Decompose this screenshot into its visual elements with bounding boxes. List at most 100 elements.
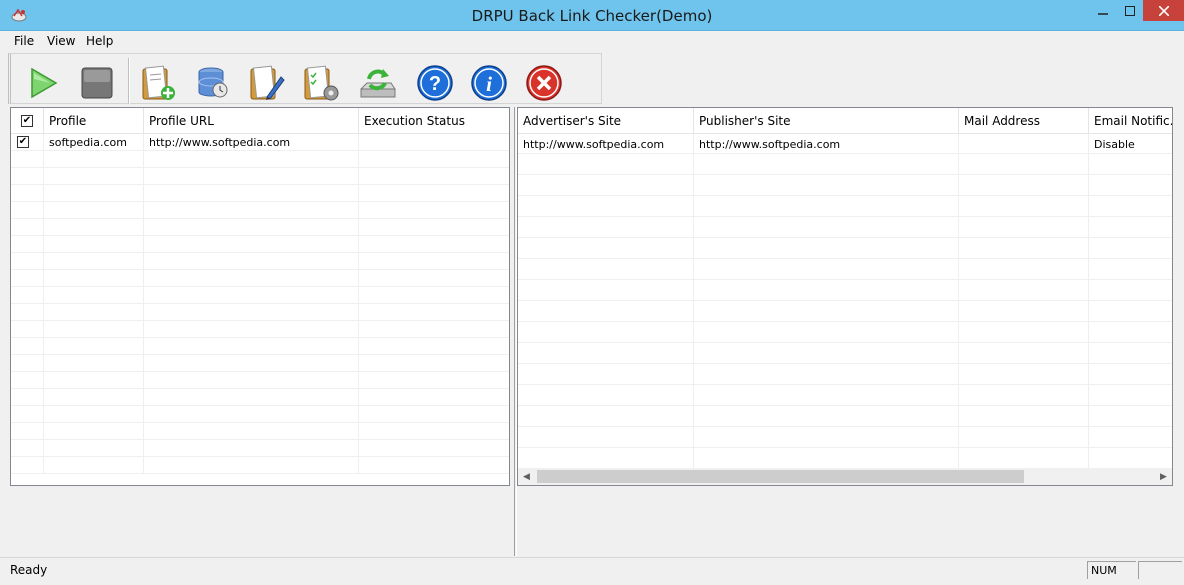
- empty-cell: [694, 280, 959, 301]
- empty-cell: [144, 355, 359, 372]
- empty-cell: [44, 168, 144, 185]
- profiles-grid-header: ✔ Profile Profile URL Execution Status: [11, 108, 509, 134]
- menu-view[interactable]: View: [47, 34, 75, 48]
- empty-row: [518, 196, 1172, 217]
- empty-row: [11, 151, 509, 168]
- empty-cell: [359, 321, 509, 338]
- column-publishers-site[interactable]: Publisher's Site: [694, 108, 959, 134]
- empty-row: [518, 154, 1172, 175]
- cell-publishers-site: http://www.softpedia.com: [694, 134, 959, 154]
- title-bar: DRPU Back Link Checker(Demo): [0, 0, 1184, 31]
- empty-cell: [959, 217, 1089, 238]
- empty-row: [518, 322, 1172, 343]
- empty-cell: [44, 355, 144, 372]
- empty-row: [11, 236, 509, 253]
- toolbar-separator: [128, 58, 129, 104]
- empty-cell: [11, 321, 44, 338]
- column-mail-address[interactable]: Mail Address: [959, 108, 1089, 134]
- table-row[interactable]: http://www.softpedia.com http://www.soft…: [518, 134, 1172, 154]
- empty-cell: [359, 253, 509, 270]
- column-profile-url[interactable]: Profile URL: [144, 108, 359, 134]
- empty-cell: [359, 168, 509, 185]
- empty-cell: [11, 355, 44, 372]
- column-profile[interactable]: Profile: [44, 108, 144, 134]
- empty-cell: [44, 151, 144, 168]
- empty-cell: [144, 185, 359, 202]
- minimize-button[interactable]: [1089, 0, 1116, 21]
- empty-cell: [518, 364, 694, 385]
- add-profile-button[interactable]: [139, 64, 179, 104]
- empty-cell: [1089, 259, 1172, 280]
- refresh-drive-icon: [357, 63, 397, 106]
- empty-cell: [144, 219, 359, 236]
- empty-cell: [144, 406, 359, 423]
- close-button[interactable]: [1143, 0, 1184, 21]
- status-bar: Ready NUM: [0, 557, 1184, 585]
- menu-file[interactable]: File: [14, 34, 34, 48]
- empty-row: [11, 185, 509, 202]
- empty-cell: [359, 151, 509, 168]
- empty-row: [518, 175, 1172, 196]
- empty-cell: [144, 253, 359, 270]
- exit-button[interactable]: [524, 64, 564, 104]
- empty-cell: [144, 389, 359, 406]
- column-advertisers-site[interactable]: Advertiser's Site: [518, 108, 694, 134]
- status-text: Ready: [10, 563, 48, 577]
- empty-cell: [144, 423, 359, 440]
- empty-cell: [144, 440, 359, 457]
- empty-cell: [44, 372, 144, 389]
- help-button[interactable]: ?: [415, 64, 455, 104]
- scroll-left-arrow[interactable]: ◀: [518, 468, 535, 485]
- empty-cell: [359, 338, 509, 355]
- database-button[interactable]: [193, 64, 233, 104]
- stop-button[interactable]: [77, 64, 117, 104]
- empty-row: [518, 427, 1172, 448]
- settings-list-button[interactable]: [301, 64, 341, 104]
- horizontal-scrollbar[interactable]: ◀ ▶: [518, 468, 1172, 485]
- column-execution-status[interactable]: Execution Status: [359, 108, 509, 134]
- empty-row: [11, 321, 509, 338]
- empty-cell: [959, 406, 1089, 427]
- empty-cell: [959, 259, 1089, 280]
- empty-cell: [694, 217, 959, 238]
- empty-cell: [44, 236, 144, 253]
- empty-cell: [11, 185, 44, 202]
- empty-row: [11, 202, 509, 219]
- cell-profile-url: http://www.softpedia.com: [144, 134, 359, 151]
- empty-cell: [144, 457, 359, 474]
- empty-row: [11, 423, 509, 440]
- info-button[interactable]: i: [469, 64, 509, 104]
- empty-cell: [359, 270, 509, 287]
- menu-help[interactable]: Help: [86, 34, 113, 48]
- empty-cell: [11, 338, 44, 355]
- help-icon: ?: [416, 64, 454, 105]
- settings-list-icon: [301, 63, 341, 106]
- empty-row: [518, 385, 1172, 406]
- empty-row: [11, 270, 509, 287]
- table-row[interactable]: ✔ softpedia.com http://www.softpedia.com: [11, 134, 509, 151]
- empty-cell: [959, 385, 1089, 406]
- column-email-notification[interactable]: Email Notific...: [1089, 108, 1172, 134]
- scroll-thumb[interactable]: [537, 470, 1024, 483]
- empty-cell: [694, 343, 959, 364]
- select-all-checkbox[interactable]: ✔: [21, 115, 33, 127]
- empty-cell: [44, 440, 144, 457]
- empty-cell: [11, 423, 44, 440]
- empty-row: [518, 259, 1172, 280]
- empty-cell: [11, 270, 44, 287]
- empty-cell: [959, 175, 1089, 196]
- edit-profile-button[interactable]: [247, 64, 287, 104]
- empty-cell: [359, 236, 509, 253]
- start-button[interactable]: [23, 64, 63, 104]
- empty-row: [11, 338, 509, 355]
- empty-cell: [144, 338, 359, 355]
- scroll-right-arrow[interactable]: ▶: [1155, 468, 1172, 485]
- empty-cell: [359, 423, 509, 440]
- row-checkbox[interactable]: ✔: [17, 136, 29, 148]
- empty-cell: [11, 219, 44, 236]
- empty-cell: [959, 301, 1089, 322]
- maximize-button[interactable]: [1116, 0, 1143, 21]
- empty-cell: [518, 175, 694, 196]
- empty-cell: [694, 238, 959, 259]
- refresh-drive-button[interactable]: [357, 64, 397, 104]
